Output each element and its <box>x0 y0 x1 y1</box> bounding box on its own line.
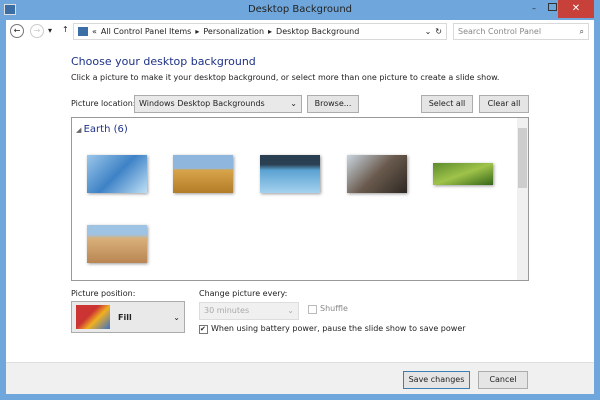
thumbnail-blue-water[interactable] <box>260 155 320 193</box>
battery-label: When using battery power, pause the slid… <box>211 324 466 333</box>
close-button[interactable]: ✕ <box>558 0 594 18</box>
thumbnail-green-hill[interactable] <box>433 163 493 185</box>
group-header[interactable]: ◢ Earth (6) <box>76 124 128 135</box>
scrollbar-thumb[interactable] <box>518 128 527 188</box>
breadcrumb-item[interactable]: All Control Panel Items <box>101 27 191 36</box>
up-button[interactable]: ↑ <box>62 25 69 34</box>
shuffle-label: Shuffle <box>320 304 348 313</box>
separator-icon: ▸ <box>195 27 200 36</box>
cancel-button[interactable]: Cancel <box>478 371 528 389</box>
picture-location-select[interactable]: Windows Desktop Backgrounds ⌄ <box>134 95 302 113</box>
clear-all-button[interactable]: Clear all <box>479 95 529 113</box>
maximize-button[interactable] <box>548 3 557 11</box>
refresh-icon[interactable]: ↻ <box>435 27 442 36</box>
position-value: Fill <box>118 313 132 322</box>
page-heading: Choose your desktop background <box>71 55 256 68</box>
search-placeholder: Search Control Panel <box>458 27 542 36</box>
select-all-button[interactable]: Select all <box>421 95 473 113</box>
recent-dropdown[interactable]: ▾ <box>48 26 52 35</box>
minimize-button[interactable]: – <box>532 4 536 13</box>
picture-location-value: Windows Desktop Backgrounds <box>139 99 265 108</box>
browse-button[interactable]: Browse... <box>307 95 359 113</box>
save-button[interactable]: Save changes <box>403 371 470 389</box>
history-dropdown-icon[interactable]: ⌄ <box>425 27 432 36</box>
picture-position-select[interactable]: Fill ⌄ <box>71 301 185 333</box>
change-label: Change picture every: <box>199 289 288 298</box>
collapse-icon: ◢ <box>76 126 84 134</box>
search-icon: ⌕ <box>579 27 584 36</box>
window-title: Desktop Background <box>247 4 353 15</box>
instructions: Click a picture to make it your desktop … <box>71 73 500 82</box>
search-input[interactable]: Search Control Panel ⌕ <box>453 23 589 40</box>
breadcrumb-item[interactable]: Personalization <box>203 27 264 36</box>
thumbnail-blue-ice[interactable] <box>87 155 147 193</box>
address-bar[interactable]: « All Control Panel Items ▸ Personalizati… <box>73 23 447 40</box>
separator-icon: ▸ <box>268 27 273 36</box>
overflow-chevron: « <box>92 27 97 36</box>
thumbnail-sand-dune[interactable] <box>87 225 147 263</box>
control-panel-icon <box>78 27 88 36</box>
change-interval-select[interactable]: 30 minutes ⌄ <box>199 302 299 320</box>
forward-button[interactable]: → <box>30 24 44 38</box>
change-interval-value: 30 minutes <box>204 306 250 315</box>
position-label: Picture position: <box>71 289 136 298</box>
shuffle-checkbox[interactable] <box>308 305 317 314</box>
breadcrumb-item[interactable]: Desktop Background <box>276 27 359 36</box>
thumbnail-desert-field[interactable] <box>173 155 233 193</box>
scrollbar[interactable] <box>517 118 528 280</box>
battery-checkbox[interactable]: ✔ <box>199 325 208 334</box>
group-label: Earth (6) <box>83 124 128 135</box>
picture-location-label: Picture location: <box>71 99 136 108</box>
position-preview <box>76 305 110 329</box>
back-button[interactable]: ← <box>10 24 24 38</box>
thumbnail-rocky-coast[interactable] <box>347 155 407 193</box>
